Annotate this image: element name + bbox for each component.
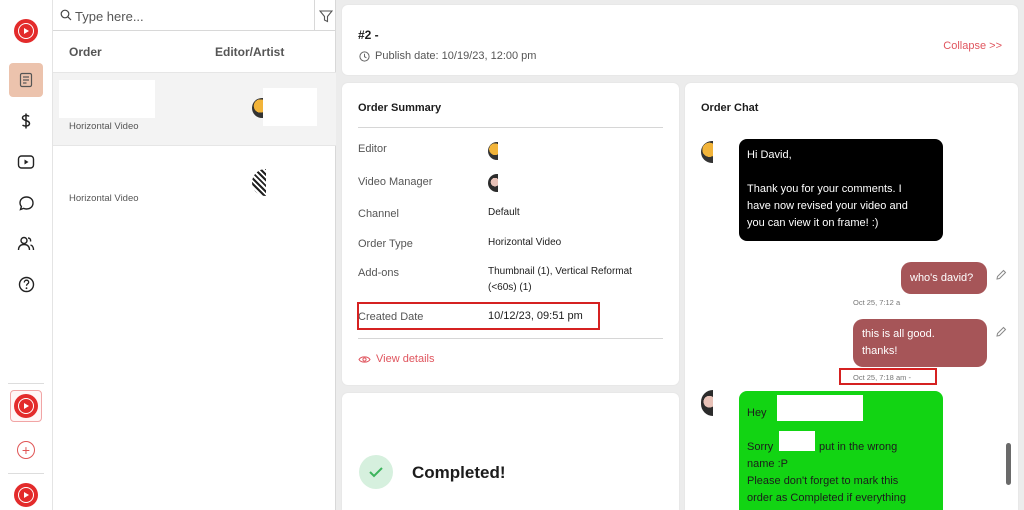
help-icon[interactable] [9, 267, 43, 301]
order-number: #2 - [358, 28, 379, 42]
redacted-title [59, 80, 155, 118]
chat-message-text: order as Completed if everything [747, 492, 906, 504]
order-list-pane: Order Editor/Artist Horizontal Video Hor… [53, 0, 336, 510]
brand-logo-icon[interactable] [9, 14, 43, 48]
order-summary-title: Order Summary [358, 102, 442, 114]
order-row[interactable]: Horizontal Video [53, 145, 336, 218]
sender-avatar [701, 141, 713, 163]
redacted-name [779, 431, 815, 451]
edit-icon[interactable] [995, 269, 1007, 281]
rail-divider [8, 383, 44, 384]
chat-message-text: have now revised your video and [747, 200, 908, 212]
chat-message-text: thanks! [862, 345, 898, 357]
message-timestamp: Oct 25, 7:12 a [853, 298, 901, 307]
highlight-box [839, 368, 937, 385]
chat-message-text: this is all good. [862, 328, 935, 340]
status-card: Completed! [342, 393, 679, 510]
highlight-box [357, 302, 600, 330]
video-manager-label: Video Manager [358, 176, 433, 188]
chat-message-text: you can view it on frame! :) [747, 217, 879, 229]
divider [358, 338, 663, 339]
column-header-order: Order [69, 45, 102, 59]
search-bar [53, 0, 336, 31]
publish-date-text: Publish date: 10/19/23, 12:00 pm [375, 50, 537, 62]
sidebar-rail: + [0, 0, 53, 510]
chat-message: Hey Sorry put in the wrong name :P Pleas… [739, 391, 943, 510]
channel-logo-icon[interactable] [9, 478, 43, 510]
editor-avatar [488, 142, 498, 160]
search-input[interactable] [75, 6, 305, 26]
channel-label: Channel [358, 208, 399, 220]
chat-message-text: who's david? [910, 272, 974, 284]
order-summary-card: Order Summary Editor Video Manager Chann… [342, 83, 679, 385]
rail-divider [8, 473, 44, 474]
channel-logo-icon[interactable] [9, 389, 43, 423]
add-icon[interactable]: + [9, 433, 43, 467]
search-icon [60, 9, 72, 21]
dollar-icon[interactable] [9, 104, 43, 138]
order-header-card: #2 - Publish date: 10/19/23, 12:00 pm Co… [342, 5, 1018, 75]
chat-message-text: Please don't forget to mark this [747, 475, 899, 487]
channel-value: Default [488, 207, 520, 218]
editor-label: Editor [358, 143, 387, 155]
editor-avatar [252, 169, 266, 196]
chat-icon[interactable] [9, 186, 43, 220]
order-type-label: Horizontal Video [69, 193, 139, 204]
collapse-button[interactable]: Collapse >> [943, 40, 1002, 52]
view-details-link[interactable]: View details [358, 353, 435, 365]
view-details-text: View details [376, 353, 435, 365]
addons-label: Add-ons [358, 267, 399, 279]
clock-icon [359, 50, 370, 62]
edit-icon[interactable] [995, 326, 1007, 338]
chat-scrollbar[interactable] [1006, 443, 1011, 485]
order-type-label: Horizontal Video [69, 121, 139, 132]
chat-message-text: name :P [747, 458, 788, 470]
order-detail: #2 - Publish date: 10/19/23, 12:00 pm Co… [336, 0, 1024, 510]
check-icon [359, 455, 393, 489]
chat-message-text: Sorry [747, 441, 774, 453]
filter-button[interactable] [314, 0, 336, 31]
publish-date: Publish date: 10/19/23, 12:00 pm [359, 50, 536, 62]
order-row[interactable]: Horizontal Video [53, 72, 336, 145]
video-icon[interactable] [9, 145, 43, 179]
eye-icon [358, 355, 371, 363]
status-label: Completed! [412, 463, 506, 482]
redacted-name [777, 395, 863, 421]
order-type-label: Order Type [358, 238, 413, 250]
video-manager-avatar [488, 174, 498, 192]
order-chat-card: Order Chat Hi David, Thank you for your … [685, 83, 1018, 510]
order-chat-title: Order Chat [701, 102, 759, 114]
chat-message: who's david? [901, 262, 987, 294]
chat-message-text: Hi David, [747, 149, 792, 161]
column-header-editor-artist: Editor/Artist [215, 45, 285, 59]
chat-message-text: Thank you for your comments. I [747, 183, 902, 195]
chat-message-text: Hey [747, 407, 767, 419]
chat-message: Hi David, Thank you for your comments. I… [739, 139, 943, 241]
orders-icon[interactable] [9, 63, 43, 97]
divider [358, 127, 663, 128]
order-type-value: Horizontal Video [488, 237, 562, 248]
users-icon[interactable] [9, 226, 43, 260]
list-header: Order Editor/Artist [53, 31, 336, 72]
filter-icon [318, 9, 333, 22]
addons-value-line: (<60s) (1) [488, 282, 532, 293]
addons-value-line: Thumbnail (1), Vertical Reformat [488, 266, 632, 277]
redacted-name [263, 88, 317, 126]
addons-value: Thumbnail (1), Vertical Reformat (<60s) … [488, 264, 632, 296]
chat-message-text: put in the wrong [819, 441, 898, 453]
chat-message: this is all good. thanks! [853, 319, 987, 367]
sender-avatar [701, 390, 713, 416]
